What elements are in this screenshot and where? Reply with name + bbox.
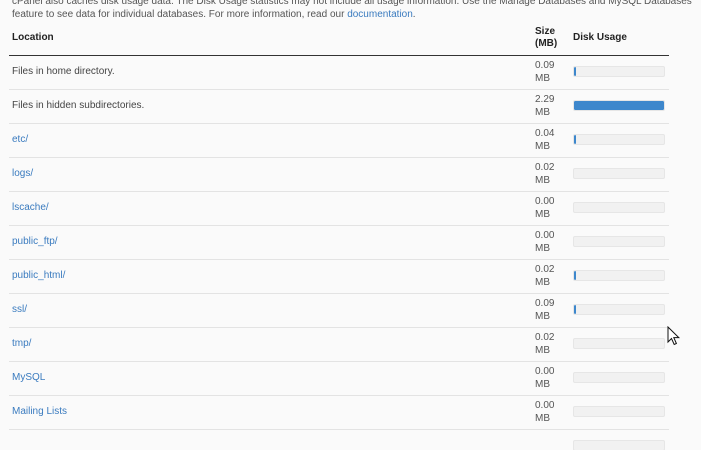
usage-bar-fill [574, 101, 664, 110]
disk-usage-table: Location Size (MB) Disk Usage Files in h… [9, 22, 669, 450]
size-number: 0.09 [535, 298, 555, 309]
location-link[interactable]: etc/ [12, 134, 28, 145]
size-value: 0.04 MB [535, 127, 554, 153]
size-number: 0.02 [535, 332, 555, 343]
size-unit: MB [535, 345, 550, 356]
size-unit: MB [535, 73, 550, 84]
size-unit: MB [535, 311, 550, 322]
location-link[interactable]: tmp/ [12, 338, 31, 349]
usage-bar [573, 66, 665, 77]
size-number: 0.09 [535, 60, 555, 71]
location-link[interactable]: ssl/ [12, 304, 27, 315]
usage-bar-fill [574, 305, 576, 314]
table-row-partial [9, 430, 669, 450]
table-row: MySQL 0.00 MB [9, 362, 669, 396]
size-unit: MB [535, 107, 550, 118]
size-value: 2.29 MB [535, 93, 554, 119]
intro-line-2-end: . [412, 9, 416, 20]
table-row: tmp/0.02 MB [9, 328, 669, 362]
header-size[interactable]: Size (MB) [535, 26, 557, 50]
size-value: 0.02 MB [535, 263, 554, 289]
table-header: Location Size (MB) Disk Usage [9, 22, 669, 56]
size-unit: MB [535, 413, 550, 424]
size-unit: MB [535, 141, 550, 152]
location-link[interactable]: lscache/ [12, 202, 49, 213]
usage-bar [573, 168, 665, 179]
size-value: 0.00 MB [535, 399, 554, 425]
location-label: Files in home directory. [12, 66, 115, 77]
size-number: 0.02 [535, 162, 555, 173]
intro-line-2: feature to see data for individual datab… [12, 8, 701, 21]
table-row: ssl/0.09 MB [9, 294, 669, 328]
table-row: logs/0.02 MB [9, 158, 669, 192]
mouse-pointer-icon [667, 326, 681, 346]
size-value: 0.09 MB [535, 297, 554, 323]
intro-text: cPanel also caches disk usage data. The … [12, 0, 701, 21]
size-number: 0.04 [535, 128, 555, 139]
usage-bar-fill [574, 135, 576, 144]
size-number: 0.02 [535, 264, 555, 275]
size-unit: MB [535, 209, 550, 220]
usage-bar [573, 100, 665, 111]
usage-bar [573, 236, 665, 247]
table-row: public_ftp/0.00 MB [9, 226, 669, 260]
size-value: 0.00 MB [535, 229, 554, 255]
table-row: Files in home directory. 0.09 MB [9, 56, 669, 90]
usage-bar [573, 202, 665, 213]
table-row: Files in hidden subdirectories. 2.29 MB [9, 90, 669, 124]
size-unit: MB [535, 277, 550, 288]
size-value: 0.02 MB [535, 161, 554, 187]
size-number: 0.00 [535, 196, 555, 207]
size-unit: MB [535, 175, 550, 186]
header-disk-usage[interactable]: Disk Usage [573, 32, 627, 43]
table-row: Mailing Lists 0.00 MB [9, 396, 669, 430]
size-value: 0.00 MB [535, 195, 554, 221]
location-link[interactable]: MySQL [12, 372, 45, 383]
table-body: Files in home directory. 0.09 MB Files in h… [9, 56, 669, 430]
size-value: 0.09 MB [535, 59, 554, 85]
intro-line-1: cPanel also caches disk usage data. The … [12, 0, 692, 7]
location-link[interactable]: Mailing Lists [12, 406, 67, 417]
location-link[interactable]: public_ftp/ [12, 236, 58, 247]
usage-bar [573, 440, 665, 450]
size-number: 0.00 [535, 230, 555, 241]
table-row: public_html/0.02 MB [9, 260, 669, 294]
usage-bar-fill [574, 271, 576, 280]
usage-bar [573, 338, 665, 349]
intro-line-2-text: feature to see data for individual datab… [12, 9, 348, 20]
size-value: 0.00 MB [535, 365, 554, 391]
usage-bar [573, 372, 665, 383]
size-number: 0.00 [535, 366, 555, 377]
size-value: 0.02 MB [535, 331, 554, 357]
size-number: 2.29 [535, 94, 555, 105]
location-link[interactable]: public_html/ [12, 270, 65, 281]
usage-bar [573, 406, 665, 417]
header-size-line1: Size [535, 26, 556, 37]
header-size-line2: (MB) [535, 38, 558, 49]
table-row: etc/0.04 MB [9, 124, 669, 158]
location-label: Files in hidden subdirectories. [12, 100, 145, 111]
documentation-link[interactable]: documentation [347, 9, 413, 20]
size-unit: MB [535, 243, 550, 254]
table-row: lscache/0.00 MB [9, 192, 669, 226]
usage-bar [573, 304, 665, 315]
size-unit: MB [535, 379, 550, 390]
header-location[interactable]: Location [12, 32, 54, 43]
size-number: 0.00 [535, 400, 555, 411]
usage-bar [573, 134, 665, 145]
location-link[interactable]: logs/ [12, 168, 33, 179]
usage-bar-fill [574, 67, 576, 76]
usage-bar [573, 270, 665, 281]
